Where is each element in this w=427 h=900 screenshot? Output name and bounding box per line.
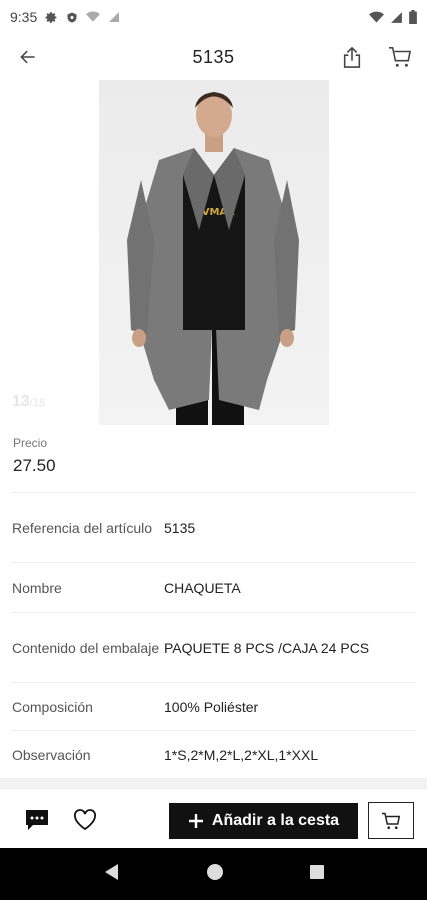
add-to-cart-label: Añadir a la cesta — [211, 812, 340, 829]
product-gallery[interactable]: XVMAX 13/18 — [0, 80, 427, 425]
detail-row-observation: Observación 1*S,2*M,2*L,2*XL,1*XXL — [12, 730, 415, 778]
back-button[interactable] — [0, 34, 56, 80]
detail-label: Contenido del embalaje — [12, 639, 160, 656]
nav-back-button[interactable] — [103, 863, 121, 886]
bottom-action-bar: Añadir a la cesta — [0, 788, 427, 848]
divider — [0, 778, 427, 788]
gallery-total: /18 — [29, 397, 46, 409]
signal-icon — [390, 11, 403, 24]
detail-label: Composición — [12, 698, 93, 715]
nav-home-icon — [206, 863, 223, 880]
add-to-cart-button[interactable]: Añadir a la cesta — [169, 803, 358, 839]
plus-icon — [188, 814, 203, 828]
cart-icon — [382, 812, 401, 829]
detail-value: 5135 — [164, 519, 196, 536]
detail-label: Nombre — [12, 579, 62, 596]
wifi-off-icon — [86, 11, 101, 23]
detail-value: 100% Poliéster — [164, 698, 259, 715]
nav-recents-icon — [309, 864, 324, 879]
share-icon — [343, 46, 361, 68]
favorite-button[interactable] — [68, 803, 102, 837]
gallery-current: 13 — [12, 393, 30, 410]
shield-icon — [66, 11, 78, 24]
price-section: Precio 27.50 — [13, 436, 56, 476]
battery-icon — [409, 10, 417, 24]
cart-button[interactable] — [383, 40, 417, 74]
detail-row-composition: Composición 100% Poliéster — [12, 682, 415, 730]
detail-label: Referencia del artículo — [12, 519, 153, 536]
heart-icon — [74, 809, 96, 831]
nav-back-icon — [104, 863, 118, 880]
detail-row-packaging: Contenido del embalaje PAQUETE 8 PCS /CA… — [12, 612, 415, 682]
chat-button[interactable] — [20, 803, 54, 837]
cart-icon — [389, 47, 412, 67]
top-app-bar: 5135 — [0, 34, 427, 80]
signal-off-icon — [108, 11, 120, 23]
detail-row-name: Nombre CHAQUETA — [12, 562, 415, 612]
detail-value: PAQUETE 8 PCS /CAJA 24 PCS — [164, 639, 370, 656]
view-cart-button[interactable] — [368, 802, 414, 839]
gallery-counter: 13/18 — [12, 393, 45, 411]
detail-value: 1*S,2*M,2*L,2*XL,1*XXL — [164, 746, 319, 763]
product-details: Referencia del artículo 5135 Nombre CHAQ… — [12, 492, 415, 778]
share-button[interactable] — [335, 40, 369, 74]
settings-icon — [45, 11, 58, 24]
nav-recents-button[interactable] — [309, 864, 325, 885]
detail-value: CHAQUETA — [164, 579, 241, 596]
detail-label: Observación — [12, 746, 91, 763]
price-label: Precio — [13, 436, 48, 450]
system-nav-bar — [0, 848, 427, 900]
wifi-icon — [369, 11, 384, 24]
detail-row-reference: Referencia del artículo 5135 — [12, 492, 415, 562]
status-time: 9:35 — [10, 9, 38, 25]
nav-home-button[interactable] — [206, 863, 224, 886]
chat-icon — [26, 810, 48, 830]
status-bar: 9:35 — [0, 0, 427, 34]
product-photo: XVMAX — [99, 80, 329, 425]
price-value: 27.50 — [13, 456, 56, 475]
back-arrow-icon — [20, 50, 35, 64]
